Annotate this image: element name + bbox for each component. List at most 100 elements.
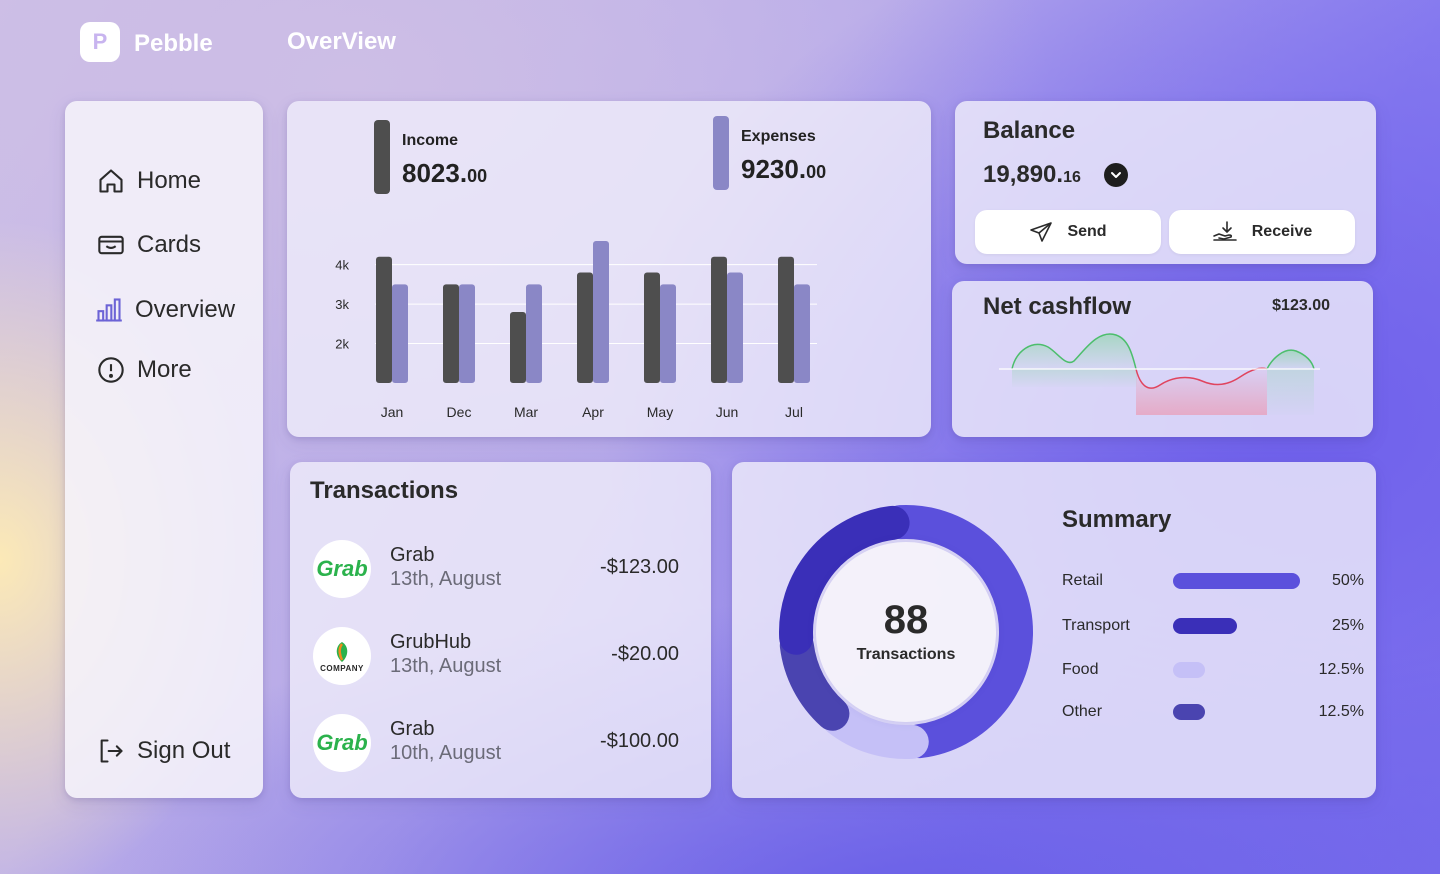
summary-bar: [1173, 662, 1205, 678]
sidebar-item-overview[interactable]: Overview: [95, 296, 235, 324]
transaction-row[interactable]: Grab Grab 13th, August -$123.00: [313, 540, 685, 598]
bar-expenses: [526, 284, 542, 383]
balance-card: Balance 19,890. 16 Send Receive: [955, 101, 1376, 264]
app-name: Pebble: [134, 30, 213, 57]
sidebar-item-label: Overview: [135, 296, 236, 323]
x-tick-label: Mar: [514, 404, 538, 420]
home-icon: [99, 169, 123, 193]
net-cashflow-card: Net cashflow $123.00: [952, 281, 1373, 437]
sidebar-item-label: Cards: [137, 231, 202, 258]
grab-logo: Grab: [313, 714, 371, 772]
sidebar-item-label: Home: [137, 167, 202, 194]
transaction-row[interactable]: COMPANY GrubHub 13th, August -$20.00: [313, 627, 685, 685]
summary-label: Transport: [1062, 617, 1130, 634]
transaction-count: 88: [883, 598, 929, 642]
transaction-date: 13th, August: [390, 568, 502, 590]
info-icon: [98, 357, 124, 383]
donut-segment-food: [821, 701, 929, 759]
cashflow-sparkline: [999, 333, 1320, 415]
x-tick-label: Apr: [582, 404, 604, 420]
x-tick-label: Dec: [447, 404, 472, 420]
summary-row-transport: Transport 25%: [1062, 614, 1364, 638]
bar-income: [644, 272, 660, 383]
summary-percent: 12.5%: [1318, 703, 1364, 720]
transaction-date: 10th, August: [390, 742, 502, 764]
transaction-row[interactable]: Grab Grab 10th, August -$100.00: [313, 714, 685, 772]
grab-logo: Grab: [313, 540, 371, 598]
card-icon: [98, 235, 124, 255]
transaction-date: 13th, August: [390, 655, 502, 677]
positive-area: [1012, 333, 1136, 369]
y-tick-label: 4k: [335, 258, 349, 273]
sign-out-button[interactable]: Sign Out: [97, 737, 230, 765]
bar-income: [510, 312, 526, 383]
bar-expenses: [459, 284, 475, 383]
bar-income: [443, 284, 459, 383]
sign-out-label: Sign Out: [137, 737, 231, 764]
transaction-amount: -$100.00: [600, 730, 679, 752]
summary-label: Retail: [1062, 572, 1103, 589]
summary-percent: 12.5%: [1318, 661, 1364, 678]
send-label: Send: [1067, 223, 1107, 240]
summary-card: 88 Transactions Summary Retail 50% Trans…: [732, 462, 1376, 798]
transaction-amount: -$123.00: [600, 556, 679, 578]
bar-income: [778, 256, 794, 383]
app-logo[interactable]: P: [80, 22, 120, 62]
bar-chart-icon: [96, 298, 122, 322]
sidebar-item-cards[interactable]: Cards: [97, 231, 201, 259]
bar-expenses: [794, 284, 810, 383]
receive-button[interactable]: Receive: [1169, 210, 1355, 254]
bar-chart: 4k 3k 2k Jan Dec Mar Apr May Jun Jul: [335, 241, 817, 420]
sidebar-item-label: More: [137, 356, 192, 383]
bar-income: [577, 272, 593, 383]
summary-row-other: Other 12.5%: [1062, 700, 1364, 724]
bar-income: [376, 256, 392, 383]
sidebar-item-home[interactable]: Home: [97, 167, 201, 195]
y-tick-label: 3k: [335, 297, 349, 312]
balance-title: Balance: [983, 117, 1076, 144]
logo-letter: P: [92, 29, 108, 54]
send-icon: [1030, 222, 1053, 242]
bar-expenses: [392, 284, 408, 383]
summary-row-retail: Retail 50%: [1062, 569, 1364, 593]
bar-income: [711, 256, 727, 383]
receive-label: Receive: [1251, 223, 1313, 240]
transaction-merchant: GrubHub: [390, 631, 472, 653]
chevron-down-icon: [1111, 172, 1121, 178]
x-tick-label: Jun: [716, 404, 739, 420]
balance-dropdown-button[interactable]: [1104, 163, 1128, 187]
summary-row-food: Food 12.5%: [1062, 658, 1364, 682]
donut-center: 88 Transactions: [816, 542, 996, 722]
summary-percent: 25%: [1331, 617, 1364, 634]
income-expense-card: Income 8023.00 Expenses 9230.00 4k 3k 2k Ja…: [287, 101, 931, 437]
y-tick-label: 2k: [335, 337, 349, 352]
send-button[interactable]: Send: [975, 210, 1161, 254]
grubhub-logo: COMPANY: [313, 627, 371, 685]
summary-title: Summary: [1062, 506, 1172, 533]
bar-expenses: [727, 272, 743, 383]
summary-label: Food: [1062, 661, 1099, 678]
summary-bar: [1173, 704, 1205, 720]
sign-out-icon: [100, 739, 123, 763]
sidebar-item-more[interactable]: More: [97, 356, 192, 384]
summary-percent: 50%: [1331, 572, 1364, 589]
bar-expenses: [593, 241, 609, 383]
positive-area-fade-2: [1267, 369, 1314, 415]
balance-amount: 19,890. 16: [983, 161, 1081, 188]
transaction-count-label: Transactions: [856, 646, 956, 663]
x-tick-label: Jan: [381, 404, 404, 420]
transactions-title: Transactions: [310, 477, 459, 504]
x-tick-label: May: [647, 404, 673, 420]
page-title: OverView: [287, 28, 396, 55]
sidebar: Home Cards Overview More Sign Out: [65, 101, 263, 798]
x-tick-label: Jul: [785, 404, 803, 420]
summary-label: Other: [1062, 703, 1103, 720]
summary-bar: [1173, 573, 1300, 589]
receive-icon: [1212, 221, 1237, 241]
summary-bar: [1173, 618, 1237, 634]
transaction-merchant: Grab: [390, 718, 435, 740]
transactions-card: Transactions Grab Grab 13th, August -$12…: [290, 462, 711, 798]
negative-area: [1136, 368, 1267, 415]
positive-area-fade: [1012, 369, 1137, 387]
transaction-amount: -$20.00: [611, 643, 679, 665]
